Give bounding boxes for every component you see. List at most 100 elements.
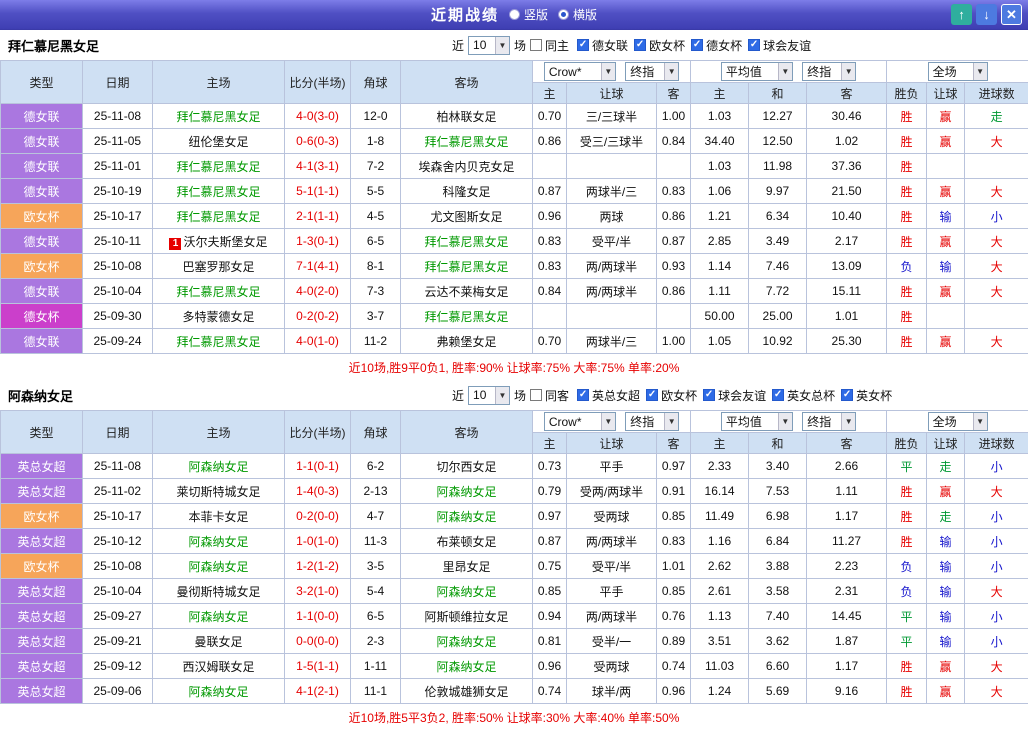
odds-home: 0.81 [533,629,567,654]
match-count-select[interactable]: 10 ▼ [468,386,510,405]
away-team: 拜仁慕尼黑女足 [401,254,533,279]
average-stage-select[interactable]: 终指 ▼ [802,412,856,431]
result-outcome: 胜 [887,679,927,704]
close-button[interactable]: ✕ [1001,4,1022,25]
odds-away: 0.86 [657,279,691,304]
games-label: 场 [514,387,526,404]
avg-away: 15.11 [807,279,887,304]
avg-away: 9.16 [807,679,887,704]
results-body: 英总女超25-11-08阿森纳女足1-1(0-1)6-2切尔西女足0.73平手0… [1,454,1028,704]
odds-home: 0.83 [533,254,567,279]
result-outcome: 胜 [887,304,927,329]
avg-home: 1.21 [691,204,749,229]
league-filter-checkbox[interactable]: ✓英女总杯 [772,387,835,404]
league-filter-checkbox[interactable]: ✓欧女杯 [634,37,685,54]
result-goals: 小 [965,454,1028,479]
away-team: 拜仁慕尼黑女足 [401,129,533,154]
odds-stage-select[interactable]: 终指 ▼ [625,62,679,81]
titlebar-center: 近期战绩 竖版 横版 [431,4,597,25]
league-filter-checkbox[interactable]: ✓英女杯 [841,387,892,404]
league-filter-group: ✓英总女超 ✓欧女杯 ✓球会友谊 ✓英女总杯 ✓英女杯 [577,387,892,404]
avg-home: 1.05 [691,329,749,354]
avg-away: 21.50 [807,179,887,204]
odds-company-select[interactable]: Crow* ▼ [544,412,616,431]
avg-home: 3.51 [691,629,749,654]
league-badge: 欧女杯 [1,554,83,579]
result-outcome: 胜 [887,204,927,229]
same-venue-checkbox[interactable]: 同主 [530,37,569,54]
result-goals: 大 [965,329,1028,354]
league-filter-checkbox[interactable]: ✓德女联 [577,37,628,54]
league-filter-checkbox[interactable]: ✓德女杯 [691,37,742,54]
scroll-up-button[interactable]: ↑ [951,4,972,25]
league-filter-label: 欧女杯 [649,37,685,54]
scope-select[interactable]: 全场 ▼ [928,62,988,81]
results-body: 德女联25-11-08拜仁慕尼黑女足4-0(3-0)12-0柏林联女足0.70三… [1,104,1028,354]
away-team: 阿森纳女足 [401,579,533,604]
match-count-select[interactable]: 10 ▼ [468,36,510,55]
match-date: 25-11-05 [83,129,153,154]
home-team: 莱切斯特城女足 [153,479,285,504]
odds-away: 0.85 [657,504,691,529]
league-filter-checkbox[interactable]: ✓英总女超 [577,387,640,404]
avg-draw: 3.62 [749,629,807,654]
avg-home: 2.85 [691,229,749,254]
result-goals: 大 [965,229,1028,254]
result-handicap: 走 [927,454,965,479]
checkbox-icon: ✓ [577,39,589,51]
chevron-down-icon: ▼ [495,387,509,404]
league-filter-checkbox[interactable]: ✓欧女杯 [646,387,697,404]
match-date: 25-10-04 [83,279,153,304]
radio-label: 横版 [573,6,597,23]
home-team: 阿森纳女足 [153,554,285,579]
avg-home: 50.00 [691,304,749,329]
layout-radio-vertical[interactable]: 竖版 [509,6,548,23]
chevron-down-icon: ▼ [601,413,615,430]
odds-away: 1.01 [657,554,691,579]
average-stage-select[interactable]: 终指 ▼ [802,62,856,81]
avg-draw: 10.92 [749,329,807,354]
result-goals [965,304,1028,329]
scope-select[interactable]: 全场 ▼ [928,412,988,431]
result-goals: 小 [965,554,1028,579]
section-header: 阿森纳女足 近 10 ▼ 场 同客 ✓英总女超✓欧女杯✓球会友谊✓英女总杯✓英女… [0,380,1028,410]
score: 0-2(0-0) [285,504,351,529]
avg-away: 13.09 [807,254,887,279]
handicap-line: 两/两球半 [567,254,657,279]
corners: 3-7 [351,304,401,329]
corners: 3-5 [351,554,401,579]
average-select[interactable]: 平均值 ▼ [721,412,793,431]
league-filter-label: 球会友谊 [763,37,811,54]
col-avg-home: 主 [691,83,749,104]
col-type: 类型 [1,411,83,454]
odds-company-select[interactable]: Crow* ▼ [544,62,616,81]
score: 2-1(1-1) [285,204,351,229]
team-section: 阿森纳女足 近 10 ▼ 场 同客 ✓英总女超 ✓欧女杯 ✓球会友谊 ✓英女总杯 ✓英女… [0,380,1028,730]
corners: 6-5 [351,229,401,254]
corners: 11-3 [351,529,401,554]
handicap-line: 两/两球半 [567,279,657,304]
result-goals: 走 [965,104,1028,129]
score: 1-1(0-1) [285,454,351,479]
league-badge: 德女联 [1,229,83,254]
corners: 12-0 [351,104,401,129]
scroll-down-button[interactable]: ↓ [976,4,997,25]
league-filter-checkbox[interactable]: ✓球会友谊 [748,37,811,54]
home-team: 阿森纳女足 [153,679,285,704]
league-badge: 德女联 [1,104,83,129]
result-goals: 大 [965,254,1028,279]
score: 4-0(3-0) [285,104,351,129]
handicap-line: 受三/三球半 [567,129,657,154]
same-venue-checkbox[interactable]: 同客 [530,387,569,404]
avg-home: 1.24 [691,679,749,704]
corners: 6-2 [351,454,401,479]
col-score: 比分(半场) [285,61,351,104]
odds-stage-select[interactable]: 终指 ▼ [625,412,679,431]
layout-radio-horizontal[interactable]: 横版 [558,6,597,23]
odds-home: 0.83 [533,229,567,254]
league-filter-checkbox[interactable]: ✓球会友谊 [703,387,766,404]
avg-home: 11.49 [691,504,749,529]
near-label: 近 [452,387,464,404]
average-select[interactable]: 平均值 ▼ [721,62,793,81]
avg-home: 11.03 [691,654,749,679]
